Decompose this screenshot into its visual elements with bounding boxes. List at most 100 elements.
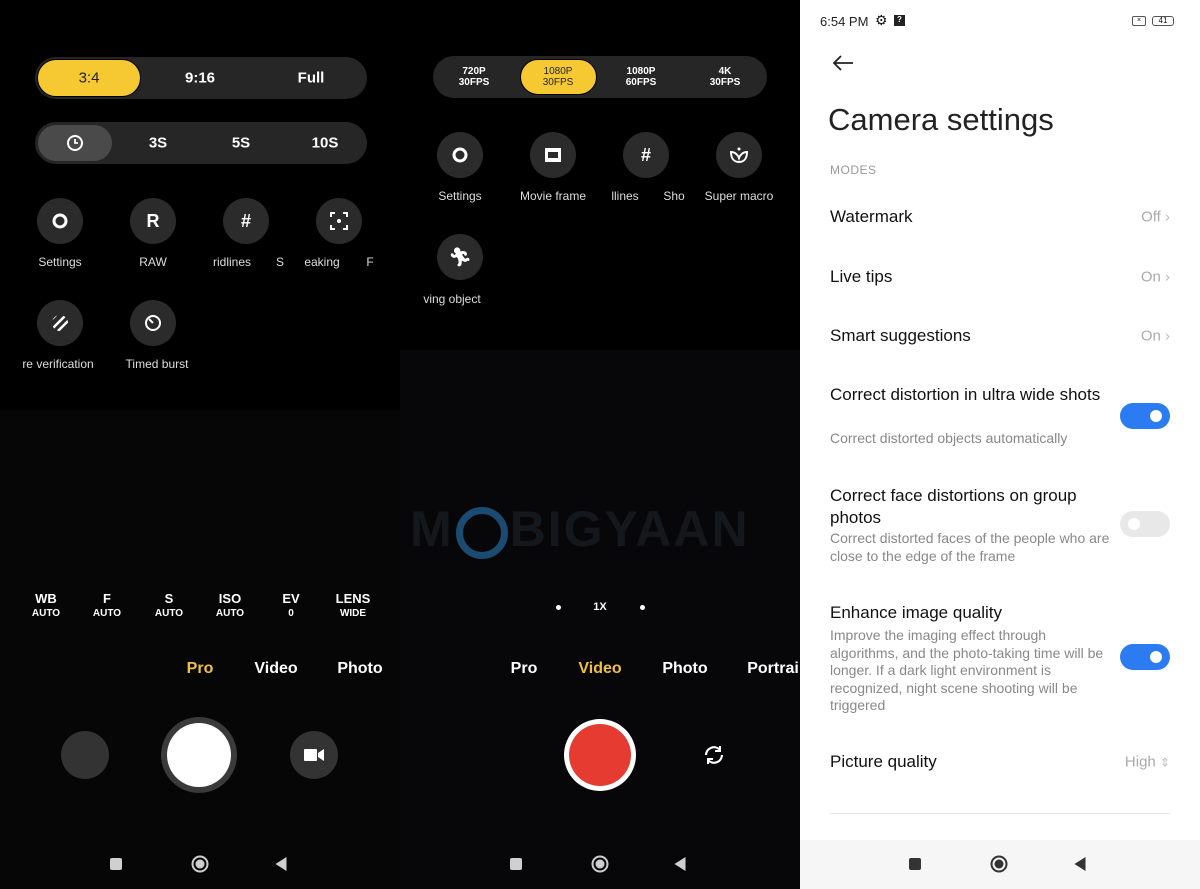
setting-title: Enhance image quality	[830, 603, 1003, 622]
back-arrow-icon[interactable]	[832, 54, 854, 72]
mode-pro[interactable]: Pro	[511, 660, 538, 678]
focus-peaking-button[interactable]	[316, 198, 362, 244]
param-ev[interactable]: EV 0	[282, 591, 299, 619]
mode-pro[interactable]: Pro	[187, 660, 214, 678]
chevron-right-icon: ›	[1165, 208, 1170, 226]
param-f[interactable]: F AUTO	[93, 591, 121, 619]
video-camera-icon	[304, 749, 324, 761]
super-macro-button[interactable]	[716, 132, 762, 178]
face-distortion-toggle[interactable]	[1120, 511, 1170, 537]
raw-button[interactable]: R	[130, 198, 176, 244]
stripes-icon	[52, 315, 68, 331]
focus-peaking-icon	[330, 212, 348, 230]
switch-video-button[interactable]	[290, 731, 338, 779]
flip-camera-icon[interactable]	[702, 743, 726, 767]
param-wb[interactable]: WB AUTO	[32, 591, 60, 619]
timer-3s[interactable]: 3S	[149, 135, 167, 152]
mode-photo[interactable]: Photo	[662, 660, 707, 678]
back-button[interactable]	[275, 857, 287, 871]
back-button[interactable]	[674, 857, 686, 871]
status-time: 6:54 PM	[820, 14, 869, 29]
gear-icon	[452, 147, 468, 163]
setting-title: Correct distortion in ultra wide shots	[830, 385, 1101, 404]
settings-button[interactable]	[437, 132, 483, 178]
focus-peaking-label: eaking	[304, 255, 340, 269]
gridlines-button[interactable]: #	[623, 132, 669, 178]
enhance-quality-toggle[interactable]	[1120, 644, 1170, 670]
home-button[interactable]	[591, 855, 609, 873]
moving-object-label: ving object	[423, 292, 481, 306]
chevron-right-icon: ›	[1165, 327, 1170, 345]
gallery-thumbnail[interactable]	[61, 731, 109, 779]
divider	[830, 813, 1170, 814]
grid-icon: #	[240, 210, 251, 231]
param-iso[interactable]: ISO AUTO	[216, 591, 244, 619]
timer-5s[interactable]: 5S	[232, 135, 250, 152]
res-720p-30[interactable]: 720P 30FPS	[459, 66, 490, 88]
cut-label: F	[366, 255, 374, 269]
param-lens[interactable]: LENS WIDE	[336, 591, 371, 619]
gridlines-label: llines	[611, 189, 639, 203]
cut-label: S	[275, 255, 285, 269]
home-button[interactable]	[191, 855, 209, 873]
grid-icon: #	[640, 144, 651, 165]
timer-icon	[145, 315, 161, 331]
settings-label: Settings	[438, 189, 482, 203]
moving-object-button[interactable]: 🏃︎	[437, 234, 483, 280]
home-button[interactable]	[990, 855, 1008, 873]
gridlines-button[interactable]: #	[223, 198, 269, 244]
setting-description: Correct distorted objects automatically	[830, 430, 1068, 446]
mode-video[interactable]: Video	[254, 660, 297, 678]
setting-title: Live tips	[830, 267, 893, 286]
cut-label: Sho	[663, 189, 685, 203]
gridlines-label: ridlines	[212, 255, 252, 269]
aspect-9-16[interactable]: 9:16	[185, 70, 215, 87]
settings-label: Settings	[38, 255, 82, 269]
pro-camera-panel: 3:4 9:16 Full 3S 5S 10S Settings R RAW #…	[0, 0, 400, 889]
unknown-notification-icon: ?	[894, 15, 905, 26]
aspect-full[interactable]: Full	[298, 70, 325, 87]
mode-portrait[interactable]: Portrai	[747, 660, 799, 678]
verification-label: re verification	[22, 357, 94, 371]
record-button[interactable]	[564, 719, 636, 791]
shutter-button[interactable]	[161, 717, 237, 793]
viewfinder	[0, 410, 400, 889]
zoom-dot[interactable]	[556, 605, 561, 610]
setting-description: Improve the imaging effect through algor…	[830, 627, 1104, 713]
no-sim-icon: ×	[1132, 16, 1146, 26]
movie-frame-button[interactable]	[530, 132, 576, 178]
setting-value: Off ›	[1141, 208, 1170, 226]
settings-button[interactable]	[37, 198, 83, 244]
aspect-3-4[interactable]: 3:4	[79, 70, 100, 87]
zoom-dot[interactable]	[640, 605, 645, 610]
recents-button[interactable]	[510, 858, 522, 870]
recents-button[interactable]	[909, 858, 921, 870]
setting-value: On ›	[1140, 327, 1170, 345]
back-button[interactable]	[1074, 857, 1086, 871]
super-macro-icon	[729, 147, 749, 164]
viewfinder	[400, 350, 800, 889]
recents-button[interactable]	[110, 858, 122, 870]
res-1080p-60[interactable]: 1080P 60FPS	[626, 66, 657, 88]
mode-video[interactable]: Video	[578, 660, 621, 678]
watermark-logo: M BIGYAAN	[410, 501, 750, 559]
clock-icon	[67, 135, 83, 151]
setting-title: Smart suggestions	[830, 326, 971, 345]
super-macro-label: Super macro	[704, 189, 774, 203]
setting-title: Correct face distortions on group photos	[830, 486, 1077, 527]
video-camera-panel: M BIGYAAN 720P 30FPS 1080P 30FPS 1080P 60FPS…	[400, 0, 800, 889]
timed-burst-button[interactable]	[130, 300, 176, 346]
param-s[interactable]: S AUTO	[155, 591, 183, 619]
raw-label: RAW	[139, 255, 167, 269]
res-4k-30[interactable]: 4K 30FPS	[710, 66, 741, 88]
mode-photo[interactable]: Photo	[337, 660, 382, 678]
zoom-level[interactable]: 1X	[593, 601, 606, 613]
section-header-modes: MODES	[830, 163, 877, 177]
battery-icon: 41	[1152, 16, 1174, 26]
setting-title: Watermark	[830, 207, 913, 226]
res-1080p-30[interactable]: 1080P 30FPS	[543, 66, 574, 88]
distortion-toggle[interactable]	[1120, 403, 1170, 429]
verification-button[interactable]	[37, 300, 83, 346]
timer-10s[interactable]: 10S	[312, 135, 339, 152]
timer-off-button[interactable]	[38, 125, 112, 161]
